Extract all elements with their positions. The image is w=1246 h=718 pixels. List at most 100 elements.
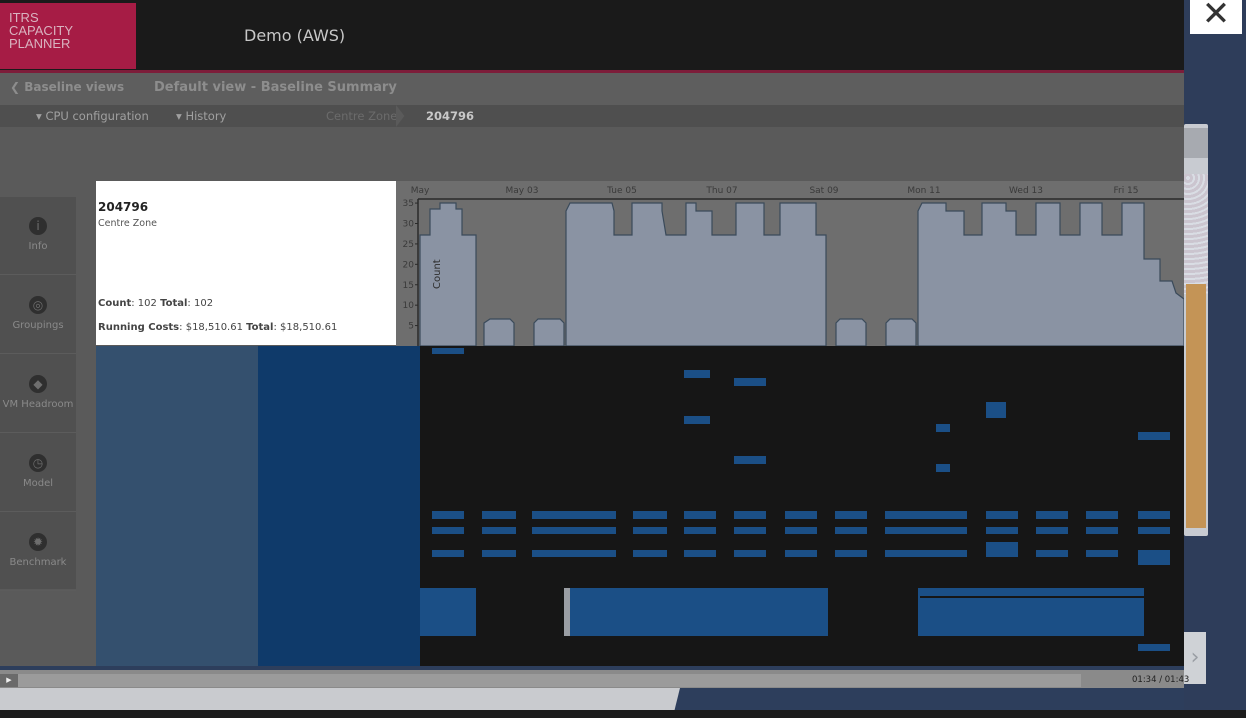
background-page-footer — [0, 688, 680, 710]
heatmap-cell — [936, 424, 950, 432]
tool-vm-headroom[interactable]: ◆ VM Headroom — [0, 355, 76, 433]
breadcrumb-zone[interactable]: Centre Zone — [326, 109, 397, 123]
y-axis-label: Count — [432, 259, 443, 289]
heatmap-gap — [920, 596, 1144, 598]
activity-heatmap[interactable] — [420, 346, 1184, 666]
x-tick-label: May — [411, 186, 430, 196]
back-link-label: Baseline views — [24, 80, 125, 94]
heatmap-row-cell — [432, 511, 464, 519]
info-icon: i — [29, 217, 47, 235]
app-header — [0, 0, 1184, 73]
gear-icon: ✹ — [29, 533, 47, 551]
heatmap-row-cell — [986, 542, 1018, 557]
tool-label: Info — [28, 241, 48, 252]
heatmap-row-cell — [1036, 511, 1068, 519]
heatmap-cell — [684, 416, 710, 424]
close-button[interactable]: ✕ — [1190, 0, 1242, 34]
y-tick-label: 30 — [403, 220, 415, 230]
cpu-config-filter[interactable]: ▾ CPU configuration — [36, 109, 149, 123]
area-segment — [885, 318, 917, 346]
card-count: Count: 102 Total: 102 — [98, 298, 214, 309]
heatmap-row-cell — [532, 550, 616, 557]
card-costs: Running Costs: $18,510.61 Total: $18,510… — [98, 322, 338, 333]
count-history-chart[interactable]: May May 03 Tue 05 Thu 07 Sat 09 Mon 11 Wed 13 F… — [396, 181, 1184, 346]
x-tick-label: Fri 15 — [1113, 186, 1138, 196]
chevron-right-icon: › — [1190, 645, 1200, 670]
area-segment — [419, 202, 477, 346]
heatmap-row-cell — [633, 550, 667, 557]
count-value: 102 — [137, 298, 157, 309]
cost-label: Running Costs — [98, 322, 180, 333]
tool-groupings[interactable]: ◎ Groupings — [0, 276, 76, 354]
tool-label: VM Headroom — [2, 399, 74, 410]
x-tick-label: Mon 11 — [907, 186, 940, 196]
heatmap-cell — [734, 456, 766, 464]
bottom-edge — [0, 710, 1246, 718]
play-button[interactable]: ▶ — [0, 674, 18, 687]
heatmap-row-cell — [432, 550, 464, 557]
chevron-left-icon: ❮ — [10, 80, 25, 94]
y-tick-label: 25 — [403, 240, 414, 250]
area-segment — [917, 202, 1184, 346]
play-icon: ▶ — [6, 676, 12, 684]
heatmap-block — [420, 588, 476, 636]
heatmap-row-cell — [835, 550, 867, 557]
heatmap-row-cell — [1036, 527, 1068, 534]
count-label: Count — [98, 298, 132, 309]
back-link[interactable]: ❮ Baseline views — [10, 80, 124, 94]
heatmap-row-cell — [1036, 550, 1068, 557]
tool-benchmark[interactable]: ✹ Benchmark — [0, 513, 76, 591]
x-tick-label: Tue 05 — [606, 186, 637, 196]
heatmap-row-cell — [885, 527, 967, 534]
heatmap-cell — [684, 370, 710, 378]
heatmap-row-cell — [633, 527, 667, 534]
heatmap-row-cell — [432, 527, 464, 534]
tool-info[interactable]: i Info — [0, 197, 76, 275]
heatmap-label-column — [96, 346, 258, 666]
history-filter[interactable]: ▾ History — [176, 109, 226, 123]
heatmap-label-column-selected — [258, 346, 420, 666]
count-total-label: Total — [160, 298, 188, 309]
heatmap-cell — [986, 402, 1006, 418]
heatmap-row-cell — [1086, 527, 1118, 534]
x-tick-label: Wed 13 — [1009, 186, 1043, 196]
background-page-pattern — [1184, 174, 1208, 294]
heatmap-row-cell — [734, 527, 766, 534]
heatmap-row-cell — [684, 527, 716, 534]
y-tick-labels: 5 10 15 20 25 30 35 — [403, 199, 418, 332]
count-total: 102 — [193, 298, 214, 309]
history-label: History — [185, 109, 227, 123]
heatmap-row-cell — [684, 511, 716, 519]
heatmap-row-cell — [1086, 550, 1118, 557]
area-segment — [533, 318, 565, 346]
heatmap-row-cell — [482, 550, 516, 557]
heatmap-cell — [1138, 644, 1170, 651]
card-zone: Centre Zone — [98, 218, 157, 229]
heatmap-block — [566, 588, 828, 636]
tool-label: Model — [22, 478, 54, 489]
background-page-header — [1184, 128, 1208, 158]
heatmap-row-cell — [835, 511, 867, 519]
tool-label: Groupings — [12, 320, 64, 331]
heatmap-row-cell — [532, 511, 616, 519]
itrs-logo[interactable]: ITRS CAPACITY PLANNER — [0, 3, 136, 69]
heatmap-cell — [734, 378, 766, 386]
heatmap-cell — [432, 348, 464, 354]
tool-model[interactable]: ◷ Model — [0, 434, 76, 512]
area-segment — [565, 202, 827, 346]
video-frame: ITRS CAPACITY PLANNER Demo (AWS) ❮ Basel… — [0, 0, 1184, 666]
card-id: 204796 — [98, 200, 149, 214]
cost-value: $18,510.61 — [185, 322, 243, 333]
cpu-config-label: CPU configuration — [45, 109, 149, 123]
area-segment — [835, 318, 867, 346]
close-icon: ✕ — [1201, 0, 1231, 34]
background-page-image — [1186, 284, 1206, 528]
heatmap-row-cell — [684, 550, 716, 557]
x-tick-label: Sat 09 — [809, 186, 838, 196]
heatmap-row-cell — [785, 527, 817, 534]
x-tick-label: May 03 — [506, 186, 539, 196]
y-tick-label: 10 — [403, 301, 415, 311]
layers-icon: ◆ — [29, 375, 47, 393]
heatmap-row-cell — [734, 550, 766, 557]
heatmap-row-cell — [633, 511, 667, 519]
